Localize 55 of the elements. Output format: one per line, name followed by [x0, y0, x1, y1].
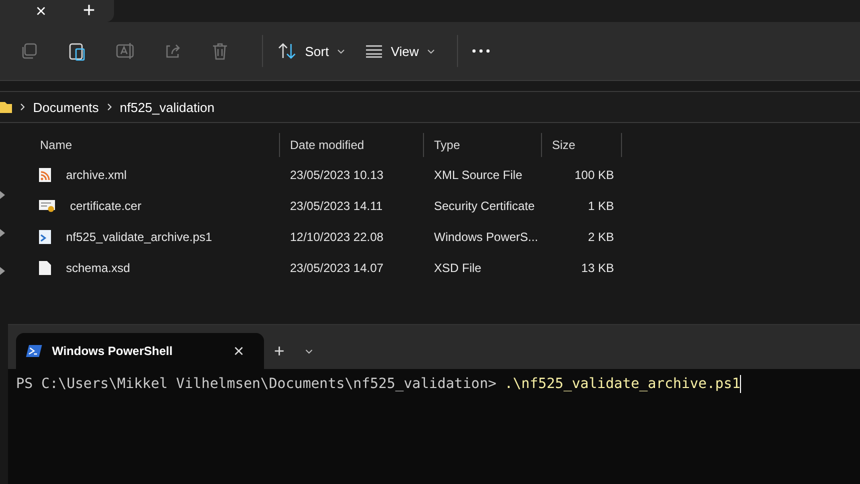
date-cell-text: 12/10/2023 22.08: [289, 230, 384, 244]
certificate-icon: [38, 198, 56, 214]
new-tab-button[interactable]: +: [78, 1, 100, 21]
expand-arrow-icon[interactable]: [0, 267, 6, 275]
more-icon: [472, 49, 490, 53]
column-header[interactable]: Date modified: [280, 133, 424, 157]
tab-title: Windows PowerShell: [52, 344, 174, 358]
sort-button[interactable]: Sort: [271, 33, 351, 69]
trash-icon: [212, 42, 228, 60]
column-header[interactable]: Size: [542, 133, 622, 157]
date-cell-text: 23/05/2023 10.13: [289, 168, 384, 182]
breadcrumb-item[interactable]: Documents: [33, 100, 99, 114]
powershell-icon: [26, 345, 42, 357]
type-cell-text: Windows PowerS...: [433, 230, 540, 244]
breadcrumb-item[interactable]: nf525_validation: [120, 100, 214, 114]
close-tab-button[interactable]: ×: [30, 1, 52, 21]
chevron-right-icon: [20, 103, 25, 111]
text-cursor: [740, 375, 742, 393]
paste-icon: [68, 41, 86, 61]
chevron-right-icon: [106, 103, 112, 111]
script-file-icon: [38, 228, 52, 244]
type-cell-text: Security Certificate: [433, 198, 536, 212]
date-cell-text: 23/05/2023 14.07: [289, 260, 384, 274]
feed-file-icon: [38, 166, 52, 182]
file-name[interactable]: schema.xsd: [56, 260, 130, 274]
new-tab-button[interactable]: +: [264, 333, 295, 369]
size-cell-text: 13 KB: [580, 260, 615, 274]
sort-icon: [277, 42, 297, 60]
rename-icon: [116, 42, 136, 60]
terminal-tab[interactable]: Windows PowerShell ×: [16, 333, 264, 369]
chevron-down-icon: [304, 348, 313, 354]
folder-icon: [0, 100, 12, 114]
expand-arrow-icon[interactable]: [0, 191, 6, 199]
close-tab-button[interactable]: ×: [223, 333, 254, 369]
copy-icon: [20, 42, 38, 60]
column-header[interactable]: Type: [424, 133, 542, 157]
prompt-text: PS C:\Users\Mikkel Vilhelmsen\Documents\nf525_validation>: [16, 376, 496, 392]
file-name[interactable]: certificate.cer: [60, 198, 142, 212]
chevron-down-icon: [426, 48, 435, 54]
size-cell-text: 1 KB: [586, 198, 615, 212]
chevron-down-icon: [336, 48, 345, 54]
expand-arrow-icon[interactable]: [0, 229, 6, 237]
command-text: .\nf525_validate_archive.ps1: [504, 376, 740, 392]
type-cell-text: XSD File: [433, 260, 482, 274]
file-name[interactable]: archive.xml: [56, 168, 127, 182]
column-header[interactable]: Name: [30, 133, 280, 157]
list-view-icon: [364, 44, 383, 58]
share-icon: [164, 42, 182, 60]
view-button[interactable]: View: [358, 33, 441, 69]
file-name[interactable]: nf525_validate_archive.ps1: [56, 230, 212, 244]
size-cell-text: 2 KB: [586, 230, 615, 244]
date-cell-text: 23/05/2023 14.11: [289, 198, 384, 212]
type-cell-text: XML Source File: [433, 168, 524, 182]
file-icon: [38, 260, 52, 276]
size-cell-text: 100 KB: [574, 168, 615, 182]
